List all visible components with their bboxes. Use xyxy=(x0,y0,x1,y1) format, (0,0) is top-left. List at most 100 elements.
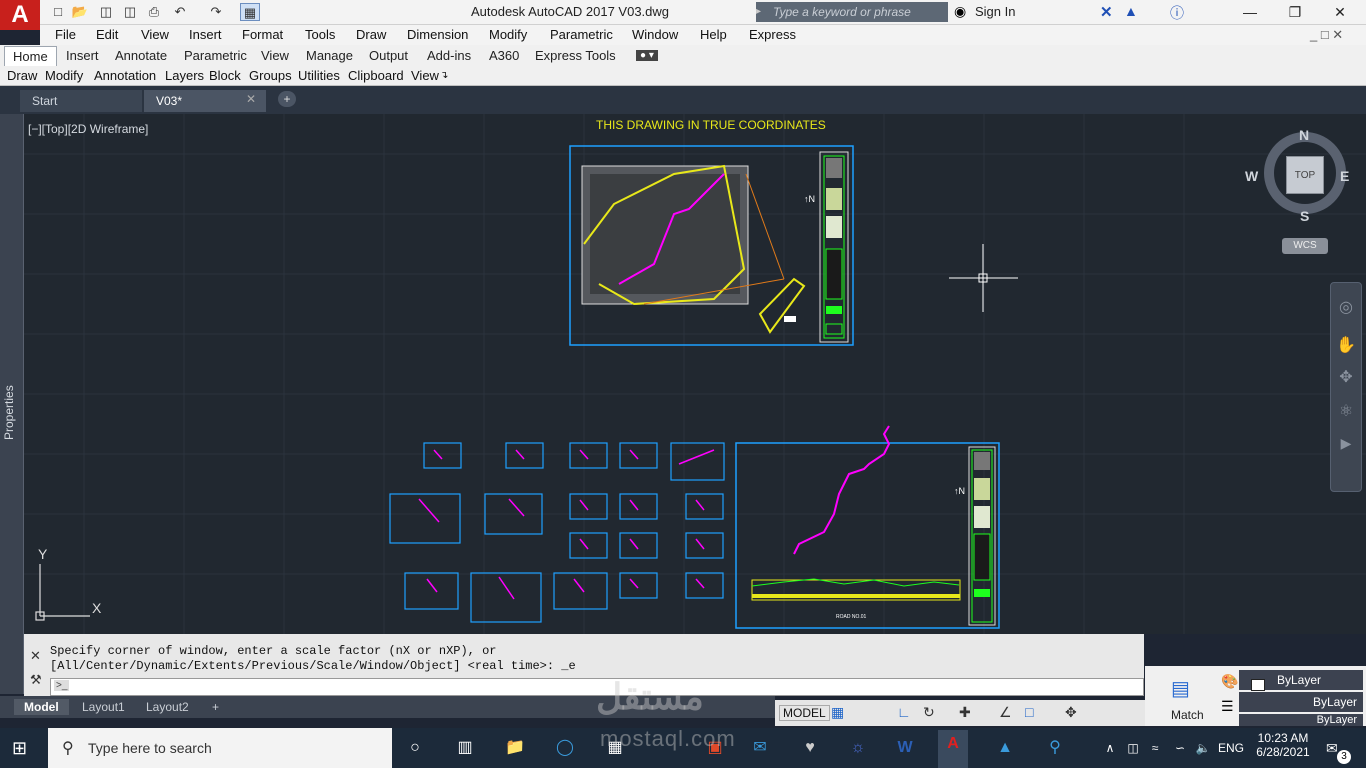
panel-modify[interactable]: Modify xyxy=(45,68,83,83)
menu-dimension[interactable]: Dimension xyxy=(407,27,468,42)
search-input[interactable]: Type a keyword or phrase xyxy=(768,2,948,22)
panel-layers[interactable]: Layers xyxy=(165,68,204,83)
match-properties-icon[interactable]: ▤ xyxy=(1171,676,1190,701)
app-icon[interactable]: ☼ xyxy=(843,734,873,762)
word-icon[interactable]: W xyxy=(890,734,920,762)
application-menu-button[interactable]: A xyxy=(0,0,40,30)
task-view-icon[interactable]: ▥ xyxy=(450,734,480,762)
viewcube-top[interactable]: TOP xyxy=(1286,156,1324,194)
customize-command-icon[interactable]: ⚒ xyxy=(30,672,42,688)
tab-layout2[interactable]: Layout2 xyxy=(136,699,199,715)
tab-insert[interactable]: Insert xyxy=(66,48,99,63)
add-layout-icon[interactable]: + xyxy=(202,699,229,715)
drawing-canvas[interactable]: ↑N ↑N TOP N S E W WCS ◎ ✋ ✥ ⚛ ▶ Y X ROAD… xyxy=(24,114,1366,634)
annotation-scale-icon[interactable]: ✥ xyxy=(1065,704,1077,721)
notification-icon[interactable]: ✉ xyxy=(1326,740,1338,757)
lineweight-dropdown[interactable]: ByLayer xyxy=(1239,714,1363,726)
volume-icon[interactable]: 🔈 xyxy=(1188,734,1218,762)
autodesk-account-icon[interactable]: ▲ xyxy=(1124,3,1138,19)
taskbar-clock[interactable]: 10:23 AM 6/28/2021 xyxy=(1248,731,1318,759)
selection-icon[interactable]: □ xyxy=(1025,704,1033,720)
steering-wheel-icon[interactable]: ◎ xyxy=(1331,297,1361,317)
new-tab-icon[interactable]: + xyxy=(278,91,296,107)
panel-block[interactable]: Block xyxy=(209,68,241,83)
exchange-icon[interactable]: ✕ xyxy=(1100,3,1113,21)
viewport-controls[interactable]: [−][Top][2D Wireframe] xyxy=(28,122,148,136)
redo-icon[interactable]: ↷ xyxy=(206,3,226,21)
panel-draw[interactable]: Draw xyxy=(7,68,37,83)
search-expand-icon[interactable]: ▸ xyxy=(756,2,768,22)
tab-a360[interactable]: A360 xyxy=(489,48,519,63)
menu-express[interactable]: Express xyxy=(749,27,796,42)
orbit-icon[interactable]: ⚛ xyxy=(1331,401,1361,421)
compass-south[interactable]: S xyxy=(1300,208,1309,224)
tab-add-ins[interactable]: Add-ins xyxy=(427,48,471,63)
workspace-icon[interactable]: ▦ xyxy=(240,3,260,21)
close-tab-icon[interactable]: ✕ xyxy=(246,92,256,106)
match-properties-label[interactable]: Match xyxy=(1171,708,1204,722)
osnap-icon[interactable]: ✚ xyxy=(959,704,971,721)
tab-parametric[interactable]: Parametric xyxy=(184,48,247,63)
tab-manage[interactable]: Manage xyxy=(306,48,353,63)
save-icon[interactable]: ◫ xyxy=(96,3,116,21)
taskbar-search-input[interactable]: Type here to search xyxy=(48,728,392,768)
wcs-menu[interactable]: WCS xyxy=(1282,238,1328,254)
menu-format[interactable]: Format xyxy=(242,27,283,42)
language-indicator[interactable]: ENG xyxy=(1218,741,1244,755)
showmotion-icon[interactable]: ▶ xyxy=(1331,435,1361,452)
menu-modify[interactable]: Modify xyxy=(489,27,527,42)
pan-icon[interactable]: ✋ xyxy=(1331,335,1361,355)
close-command-icon[interactable]: ✕ xyxy=(30,648,41,664)
tab-layout1[interactable]: Layout1 xyxy=(72,699,135,715)
save-as-icon[interactable]: ◫ xyxy=(120,3,140,21)
grid-icon[interactable]: ▦ xyxy=(831,704,844,721)
menu-parametric[interactable]: Parametric xyxy=(550,27,613,42)
panel-overflow-icon[interactable]: ↴ xyxy=(440,70,448,81)
file-tab-start[interactable]: Start xyxy=(20,90,142,112)
menu-draw[interactable]: Draw xyxy=(356,27,386,42)
mail-icon[interactable]: ✉ xyxy=(745,734,775,762)
menu-insert[interactable]: Insert xyxy=(189,27,222,42)
panel-view[interactable]: View xyxy=(411,68,439,83)
menu-window[interactable]: Window xyxy=(632,27,678,42)
help-icon[interactable]: ⓘ xyxy=(1170,3,1184,23)
photos-icon[interactable]: ▲ xyxy=(990,734,1020,762)
undo-icon[interactable]: ↶ xyxy=(170,3,190,21)
polar-icon[interactable]: ↻ xyxy=(923,704,935,721)
autocad-taskbar-icon[interactable]: A xyxy=(938,730,968,768)
paint-icon[interactable]: ♥ xyxy=(795,734,825,762)
tab-view[interactable]: View xyxy=(261,48,289,63)
command-prompt-icon[interactable]: >_ xyxy=(54,680,70,691)
doc-window-controls[interactable]: _ □ ✕ xyxy=(1310,27,1343,43)
maximize-button[interactable]: ❐ xyxy=(1275,2,1315,22)
linetype-dropdown[interactable]: ByLayer xyxy=(1239,692,1363,712)
panel-annotation[interactable]: Annotation xyxy=(94,68,156,83)
windows-start-icon[interactable]: ⊞ xyxy=(12,738,27,759)
menu-edit[interactable]: Edit xyxy=(96,27,118,42)
tab-model[interactable]: Model xyxy=(14,699,69,715)
file-explorer-icon[interactable]: 📁 xyxy=(500,734,530,762)
magnifier-icon[interactable]: ⚲ xyxy=(1040,734,1070,762)
panel-utilities[interactable]: Utilities xyxy=(298,68,340,83)
tab-output[interactable]: Output xyxy=(369,48,408,63)
minimize-button[interactable]: — xyxy=(1230,2,1270,22)
close-button[interactable]: ✕ xyxy=(1320,2,1360,22)
lineweight-icon[interactable]: ∠ xyxy=(999,704,1012,721)
menu-help[interactable]: Help xyxy=(700,27,727,42)
cortana-icon[interactable]: ○ xyxy=(400,734,430,762)
compass-west[interactable]: W xyxy=(1245,168,1258,184)
tab-annotate[interactable]: Annotate xyxy=(115,48,167,63)
open-file-icon[interactable]: 📂 xyxy=(70,3,90,21)
compass-north[interactable]: N xyxy=(1299,127,1309,143)
ortho-icon[interactable]: ∟ xyxy=(897,704,911,720)
model-space-button[interactable]: MODEL xyxy=(779,705,830,721)
zoom-extents-icon[interactable]: ✥ xyxy=(1331,367,1361,387)
menu-view[interactable]: View xyxy=(141,27,169,42)
binoculars-icon[interactable]: ◉ xyxy=(954,3,966,20)
tab-home[interactable]: Home xyxy=(4,46,57,67)
sign-in-button[interactable]: Sign In xyxy=(975,4,1015,19)
new-file-icon[interactable]: □ xyxy=(48,3,68,21)
menu-file[interactable]: File xyxy=(55,27,76,42)
plot-icon[interactable]: ⎙ xyxy=(144,3,164,21)
ribbon-toggle-icon[interactable]: ● ▾ xyxy=(636,50,658,61)
